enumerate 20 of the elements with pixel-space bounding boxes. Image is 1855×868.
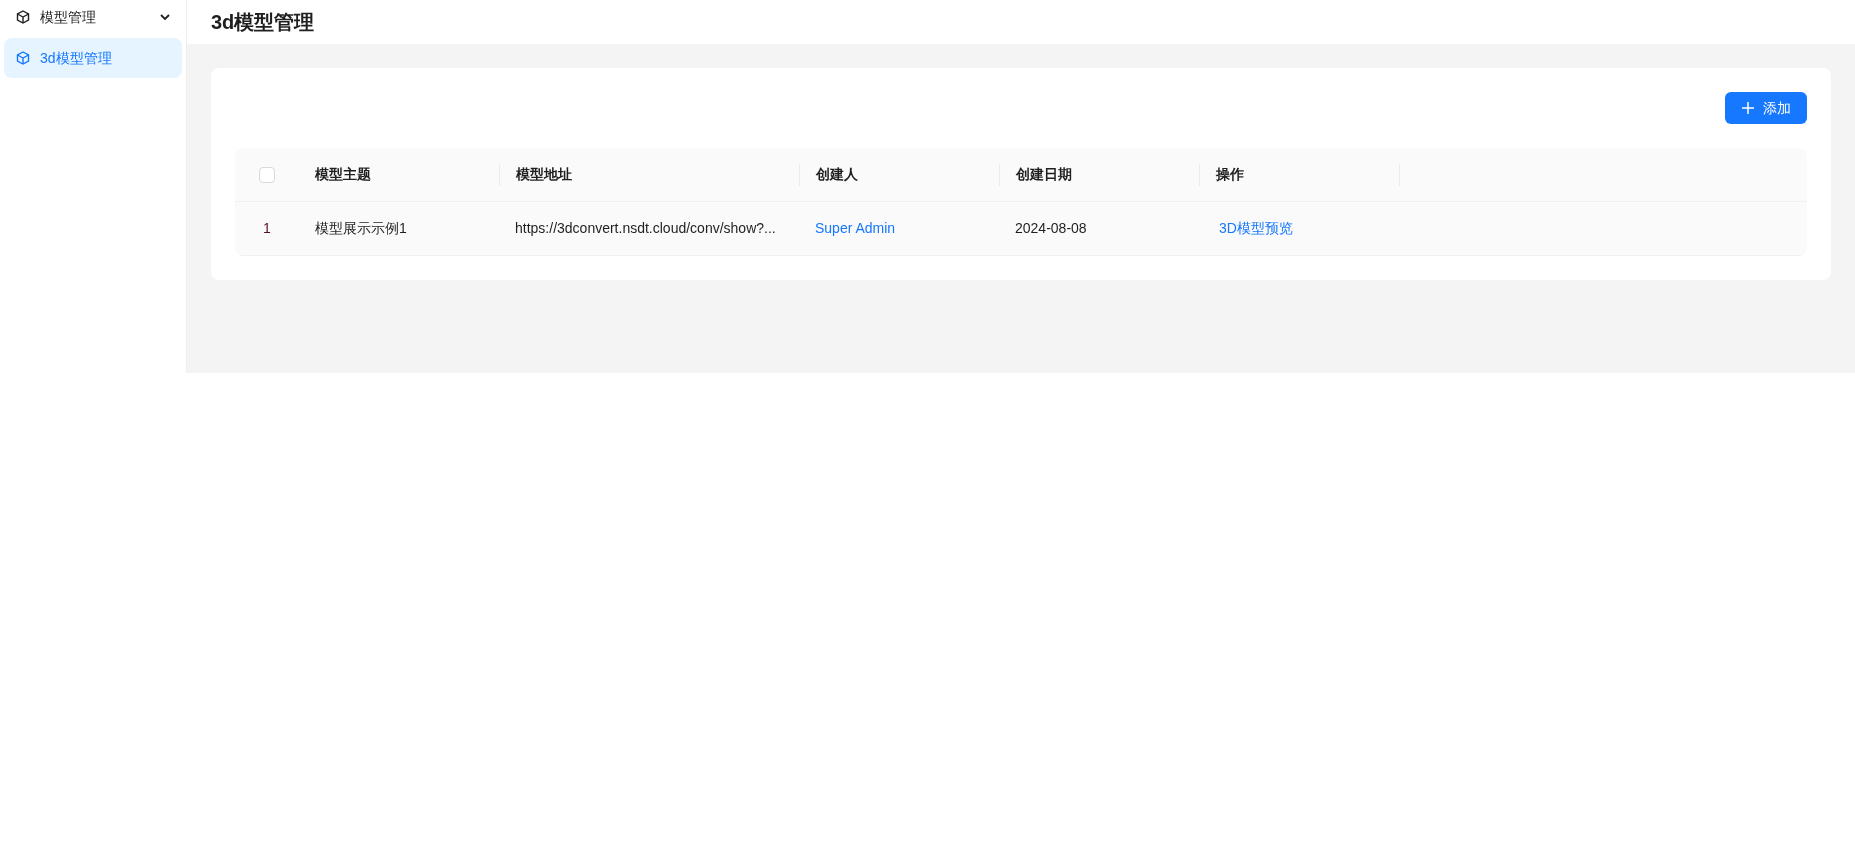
menu-group[interactable]: 模型管理 xyxy=(0,0,186,34)
preview-link[interactable]: 3D模型预览 xyxy=(1215,220,1297,236)
chevron-icon xyxy=(160,13,170,21)
select-all-checkbox[interactable] xyxy=(259,166,275,183)
column-header: 创建日期 xyxy=(1016,165,1072,184)
table-cell: https://3dconvert.nsdt.cloud/conv/show?... xyxy=(515,220,776,236)
plus-icon xyxy=(1741,101,1755,115)
column-header: 模型主题 xyxy=(315,165,371,184)
column-header: 操作 xyxy=(1216,165,1244,184)
table-cell: 模型展示示例1 xyxy=(315,220,407,236)
add-button[interactable]: 添加 xyxy=(1725,92,1807,124)
column-header: 创建人 xyxy=(816,165,858,184)
column-header: 模型地址 xyxy=(516,165,572,184)
table-cell: Super Admin xyxy=(815,220,896,236)
table-cell: 2024-08-08 xyxy=(1015,220,1087,236)
menu-item[interactable]: 3d模型管理 xyxy=(4,38,182,78)
page-title: 3d模型管理 xyxy=(211,10,315,35)
cube-icon xyxy=(16,51,30,65)
cube-icon xyxy=(16,10,30,24)
row-number: 1 xyxy=(263,219,271,238)
